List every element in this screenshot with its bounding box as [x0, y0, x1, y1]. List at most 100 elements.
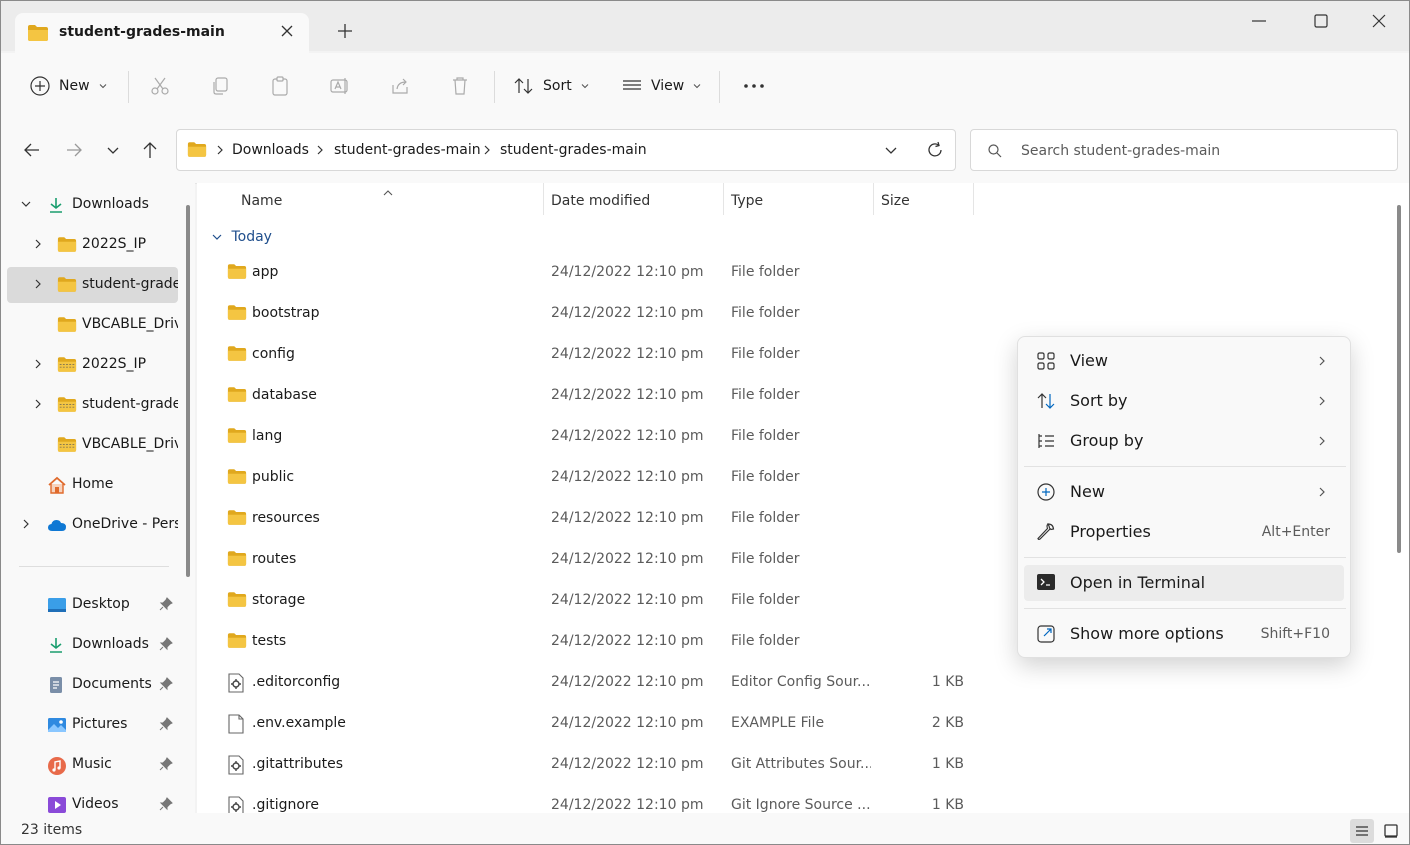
table-row[interactable]: bootstrap 24/12/2022 12:10 pm File folder [221, 295, 981, 333]
table-row[interactable]: tests 24/12/2022 12:10 pm File folder [221, 623, 981, 661]
menu-item-properties[interactable]: Properties Alt+Enter [1024, 514, 1344, 550]
menu-item-group-by[interactable]: Group by [1024, 423, 1344, 459]
sidebar-item-documents[interactable]: Documents [7, 667, 178, 703]
sidebar-item-downloads-pinned[interactable]: Downloads [7, 627, 178, 663]
sidebar-scrollbar[interactable] [186, 205, 190, 577]
address-history-chevron-icon[interactable] [883, 142, 899, 162]
table-row[interactable]: routes 24/12/2022 12:10 pm File folder [221, 541, 981, 579]
sidebar-item-2022s-ip[interactable]: 2022S_IP [7, 227, 178, 263]
new-tab-icon[interactable] [335, 21, 355, 45]
file-type: File folder [731, 264, 800, 280]
pin-icon [159, 637, 173, 655]
file-type: File folder [731, 428, 800, 444]
sort-button[interactable]: Sort [513, 53, 590, 119]
chevron-right-icon[interactable] [19, 517, 33, 535]
breadcrumb-chevron-icon[interactable] [215, 144, 225, 160]
sidebar-item-pictures[interactable]: Pictures [7, 707, 178, 743]
recent-locations-chevron-icon[interactable] [103, 139, 123, 165]
paste-button[interactable] [269, 53, 291, 119]
sidebar-item-student-grades-main[interactable]: student-grades-main [7, 267, 178, 303]
chevron-right-icon[interactable] [31, 277, 45, 295]
breadcrumb-downloads[interactable]: Downloads [232, 142, 309, 158]
file-name: .editorconfig [252, 674, 341, 690]
up-arrow-icon[interactable] [139, 139, 161, 165]
config-file-icon [227, 755, 245, 779]
more-button[interactable] [741, 53, 767, 119]
pin-icon [159, 757, 173, 775]
breadcrumb-chevron-icon[interactable] [315, 144, 325, 160]
file-date-modified: 24/12/2022 12:10 pm [551, 715, 704, 731]
file-type: File folder [731, 387, 800, 403]
table-row[interactable]: database 24/12/2022 12:10 pm File folder [221, 377, 981, 415]
minimize-icon[interactable] [1249, 11, 1269, 35]
breadcrumb-chevron-icon[interactable] [482, 144, 492, 160]
group-header-today[interactable]: Today [211, 229, 272, 245]
new-button[interactable]: New [29, 53, 108, 119]
tab-student-grades-main[interactable]: student-grades-main [15, 13, 309, 53]
menu-item-show-more-options[interactable]: Show more options Shift+F10 [1024, 616, 1344, 652]
back-arrow-icon[interactable] [21, 139, 43, 165]
close-tab-icon[interactable] [279, 23, 295, 43]
refresh-icon[interactable] [925, 140, 945, 164]
chevron-down-icon [581, 84, 589, 89]
sidebar-item-desktop[interactable]: Desktop [7, 587, 178, 623]
table-row[interactable]: .env.example 24/12/2022 12:10 pm EXAMPLE F… [221, 705, 981, 743]
details-view-icon[interactable] [1350, 819, 1374, 843]
column-divider[interactable] [873, 183, 874, 215]
table-row[interactable]: app 24/12/2022 12:10 pm File folder [221, 254, 981, 292]
file-type: EXAMPLE File [731, 715, 825, 731]
table-row[interactable]: resources 24/12/2022 12:10 pm File folder [221, 500, 981, 538]
sidebar-item-onedrive[interactable]: OneDrive - Personal [7, 507, 178, 543]
delete-button[interactable] [449, 53, 471, 119]
view-label: View [651, 78, 685, 94]
sidebar-item-vbcable-driver-pack-zip[interactable]: VBCABLE_Driver_Pack [7, 427, 178, 463]
toolbar-divider [719, 71, 720, 103]
chevron-down-icon[interactable] [19, 197, 33, 215]
address-bar[interactable]: Downloads student-grades-main student-gr… [176, 129, 956, 171]
table-row[interactable]: .gitattributes 24/12/2022 12:10 pm Git Att… [221, 746, 981, 784]
column-divider[interactable] [543, 183, 544, 215]
table-row[interactable]: storage 24/12/2022 12:10 pm File folder [221, 582, 981, 620]
chevron-right-icon[interactable] [31, 357, 45, 375]
toolbar-divider [128, 71, 129, 103]
column-header-date-modified[interactable]: Date modified [551, 193, 650, 209]
breadcrumb-student-grades-main[interactable]: student-grades-main [334, 142, 481, 158]
sidebar-item-student-grades-main-zip[interactable]: student-grades-main [7, 387, 178, 423]
column-divider[interactable] [973, 183, 974, 215]
view-button[interactable]: View [621, 53, 702, 119]
sort-label: Sort [543, 78, 572, 94]
table-row[interactable]: public 24/12/2022 12:10 pm File folder [221, 459, 981, 497]
maximize-icon[interactable] [1311, 11, 1331, 35]
chevron-right-icon[interactable] [31, 397, 45, 415]
column-header-type[interactable]: Type [731, 193, 763, 209]
table-row[interactable]: lang 24/12/2022 12:10 pm File folder [221, 418, 981, 456]
menu-item-open-in-terminal[interactable]: Open in Terminal [1024, 565, 1344, 601]
rename-button[interactable] [329, 53, 351, 119]
forward-arrow-icon[interactable] [63, 139, 85, 165]
table-row[interactable]: .editorconfig 24/12/2022 12:10 pm Editor C… [221, 664, 981, 702]
copy-button[interactable] [209, 53, 231, 119]
sidebar-item-vbcable-driver-pack[interactable]: VBCABLE_Driver_Pack [7, 307, 178, 343]
search-icon [987, 143, 1003, 163]
column-header-size[interactable]: Size [881, 193, 910, 209]
breadcrumb-student-grades-main-current[interactable]: student-grades-main [500, 142, 647, 158]
table-row[interactable]: config 24/12/2022 12:10 pm File folder [221, 336, 981, 374]
cut-button[interactable] [149, 53, 171, 119]
sidebar-item-downloads[interactable]: Downloads [7, 187, 178, 223]
column-header-name[interactable]: Name [241, 193, 282, 209]
sidebar-item-home[interactable]: Home [7, 467, 178, 503]
file-date-modified: 24/12/2022 12:10 pm [551, 510, 704, 526]
menu-item-sort-by[interactable]: Sort by [1024, 383, 1344, 419]
sidebar-item-2022s-ip-zip[interactable]: 2022S_IP [7, 347, 178, 383]
tiles-view-icon[interactable] [1379, 819, 1403, 843]
chevron-right-icon[interactable] [31, 237, 45, 255]
close-window-icon[interactable] [1369, 11, 1389, 35]
sidebar-item-music[interactable]: Music [7, 747, 178, 783]
search-box[interactable]: Search student-grades-main [970, 129, 1398, 171]
share-button[interactable] [389, 53, 411, 119]
file-list-scrollbar[interactable] [1397, 205, 1401, 553]
desktop-icon [47, 596, 67, 618]
menu-item-new[interactable]: New [1024, 474, 1344, 510]
menu-item-view[interactable]: View [1024, 343, 1344, 379]
column-divider[interactable] [723, 183, 724, 215]
